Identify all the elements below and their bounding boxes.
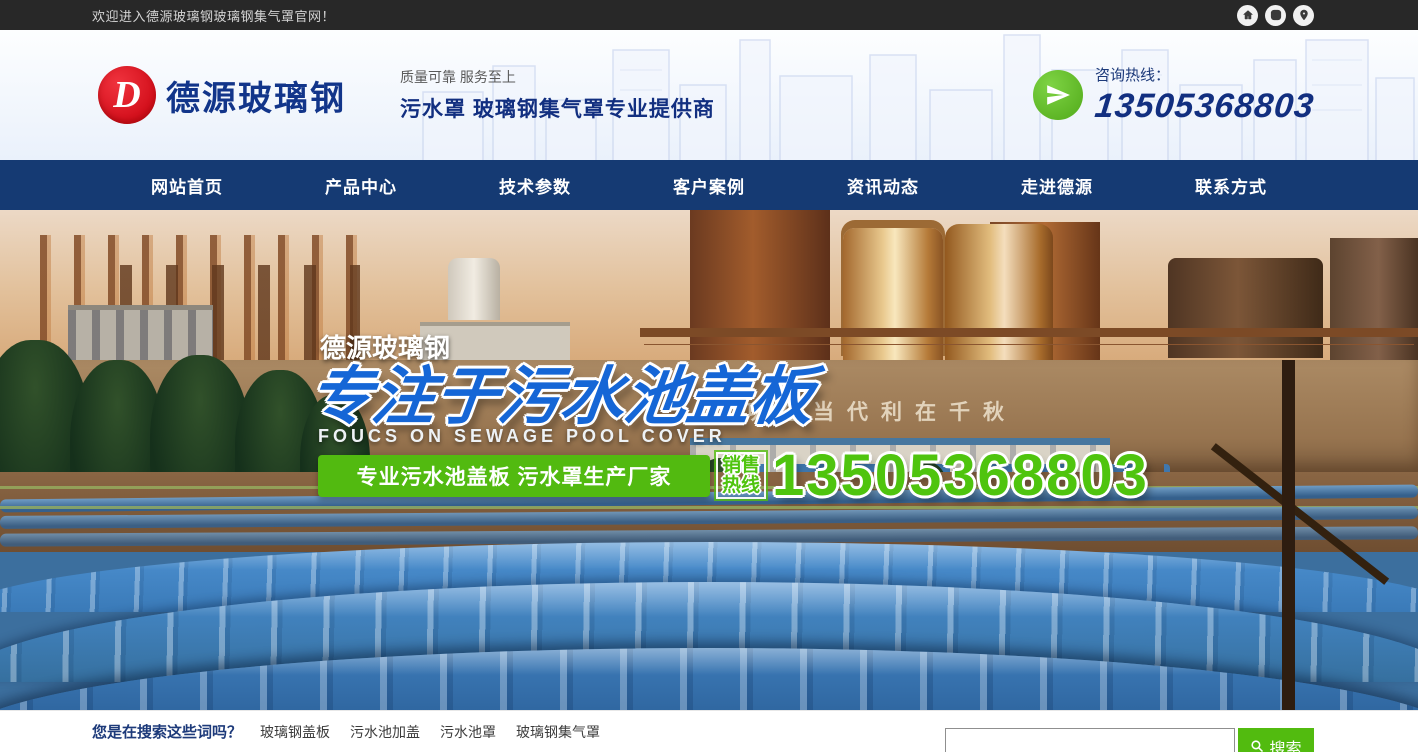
page: 欢迎进入德源玻璃钢玻璃钢集气罩官网！ <box>0 0 1418 752</box>
sales-label-line2: 热线 <box>722 476 760 496</box>
tagline-quality: 质量可靠 服务至上 <box>400 67 715 87</box>
nav-item-home[interactable]: 网站首页 <box>100 160 274 210</box>
topbar-social-icons <box>1237 5 1314 26</box>
search-prompt: 您是在搜索这些词吗？ <box>92 721 242 742</box>
site-header: D 德源玻璃钢 质量可靠 服务至上 污水罩 玻璃钢集气罩专业提供商 咨询热线： … <box>0 30 1418 160</box>
hotline-texts: 咨询热线： 13505368803 <box>1095 64 1314 126</box>
hero-subheadline: FOUCS ON SEWAGE POOL COVER <box>318 426 726 447</box>
search-group: 搜索 <box>945 728 1314 752</box>
paper-plane-icon <box>1033 70 1083 120</box>
hero-catwalk <box>640 328 1418 337</box>
hero-sales-hotline: 销售 热线 13505368803 <box>716 442 1149 509</box>
search-button-label: 搜索 <box>1269 735 1301 752</box>
keyword-link[interactable]: 玻璃钢集气罩 <box>516 722 600 742</box>
logo-name: 德源玻璃钢 <box>166 71 346 120</box>
header-inner: D 德源玻璃钢 质量可靠 服务至上 污水罩 玻璃钢集气罩专业提供商 咨询热线： … <box>0 30 1418 160</box>
sales-label-line1: 销售 <box>722 456 760 476</box>
nav-item-contact[interactable]: 联系方式 <box>1144 160 1318 210</box>
hotline-number: 13505368803 <box>1093 87 1316 126</box>
hero-tank <box>448 258 500 320</box>
hotline-label: 咨询热线： <box>1095 64 1314 85</box>
sales-hotline-label: 销售 热线 <box>716 452 766 500</box>
home-icon[interactable] <box>1237 5 1258 26</box>
hero-headline: 专注于污水池盖板 <box>304 346 819 437</box>
keyword-link[interactable]: 污水池加盖 <box>350 722 420 742</box>
welcome-text: 欢迎进入德源玻璃钢玻璃钢集气罩官网！ <box>92 6 335 25</box>
nav-item-specs[interactable]: 技术参数 <box>448 160 622 210</box>
logo[interactable]: D 德源玻璃钢 <box>98 66 346 124</box>
hero-tank <box>945 224 1053 360</box>
hero-pole <box>1282 360 1295 710</box>
logo-mark-icon: D <box>98 66 156 124</box>
nav-item-news[interactable]: 资讯动态 <box>796 160 970 210</box>
hero-tank <box>1168 258 1323 358</box>
search-button[interactable]: 搜索 <box>1238 728 1314 752</box>
hero-wall-slogan: 功在当代利在千秋 <box>745 396 1205 426</box>
search-icon <box>1250 739 1265 752</box>
search-input[interactable] <box>945 728 1235 752</box>
keyword-link[interactable]: 污水池罩 <box>440 722 496 742</box>
location-icon[interactable] <box>1293 5 1314 26</box>
keyword-link[interactable]: 玻璃钢盖板 <box>260 722 330 742</box>
taglines: 质量可靠 服务至上 污水罩 玻璃钢集气罩专业提供商 <box>400 67 715 123</box>
search-bar: 您是在搜索这些词吗？ 玻璃钢盖板 污水池加盖 污水池罩 玻璃钢集气罩 搜索 <box>0 710 1418 752</box>
hero-badge-button[interactable]: 专业污水池盖板 污水罩生产厂家 <box>318 455 710 497</box>
nav-item-products[interactable]: 产品中心 <box>274 160 448 210</box>
hero-banner: 功在当代利在千秋 德源玻璃钢 专注于污水池盖板 FOUCS ON SEWAGE … <box>0 210 1418 710</box>
tagline-main: 污水罩 玻璃钢集气罩专业提供商 <box>400 93 715 123</box>
hero-tower <box>690 210 830 368</box>
instagram-icon[interactable] <box>1265 5 1286 26</box>
nav-item-cases[interactable]: 客户案例 <box>622 160 796 210</box>
hero-tank <box>843 228 943 360</box>
hotline: 咨询热线： 13505368803 <box>1033 64 1314 126</box>
hero-structure <box>1330 238 1418 368</box>
hot-keywords: 玻璃钢盖板 污水池加盖 污水池罩 玻璃钢集气罩 <box>260 722 600 742</box>
nav-item-about[interactable]: 走进德源 <box>970 160 1144 210</box>
sales-hotline-number: 13505368803 <box>772 442 1149 509</box>
topbar: 欢迎进入德源玻璃钢玻璃钢集气罩官网！ <box>0 0 1418 30</box>
main-nav: 网站首页 产品中心 技术参数 客户案例 资讯动态 走进德源 联系方式 <box>0 160 1418 210</box>
